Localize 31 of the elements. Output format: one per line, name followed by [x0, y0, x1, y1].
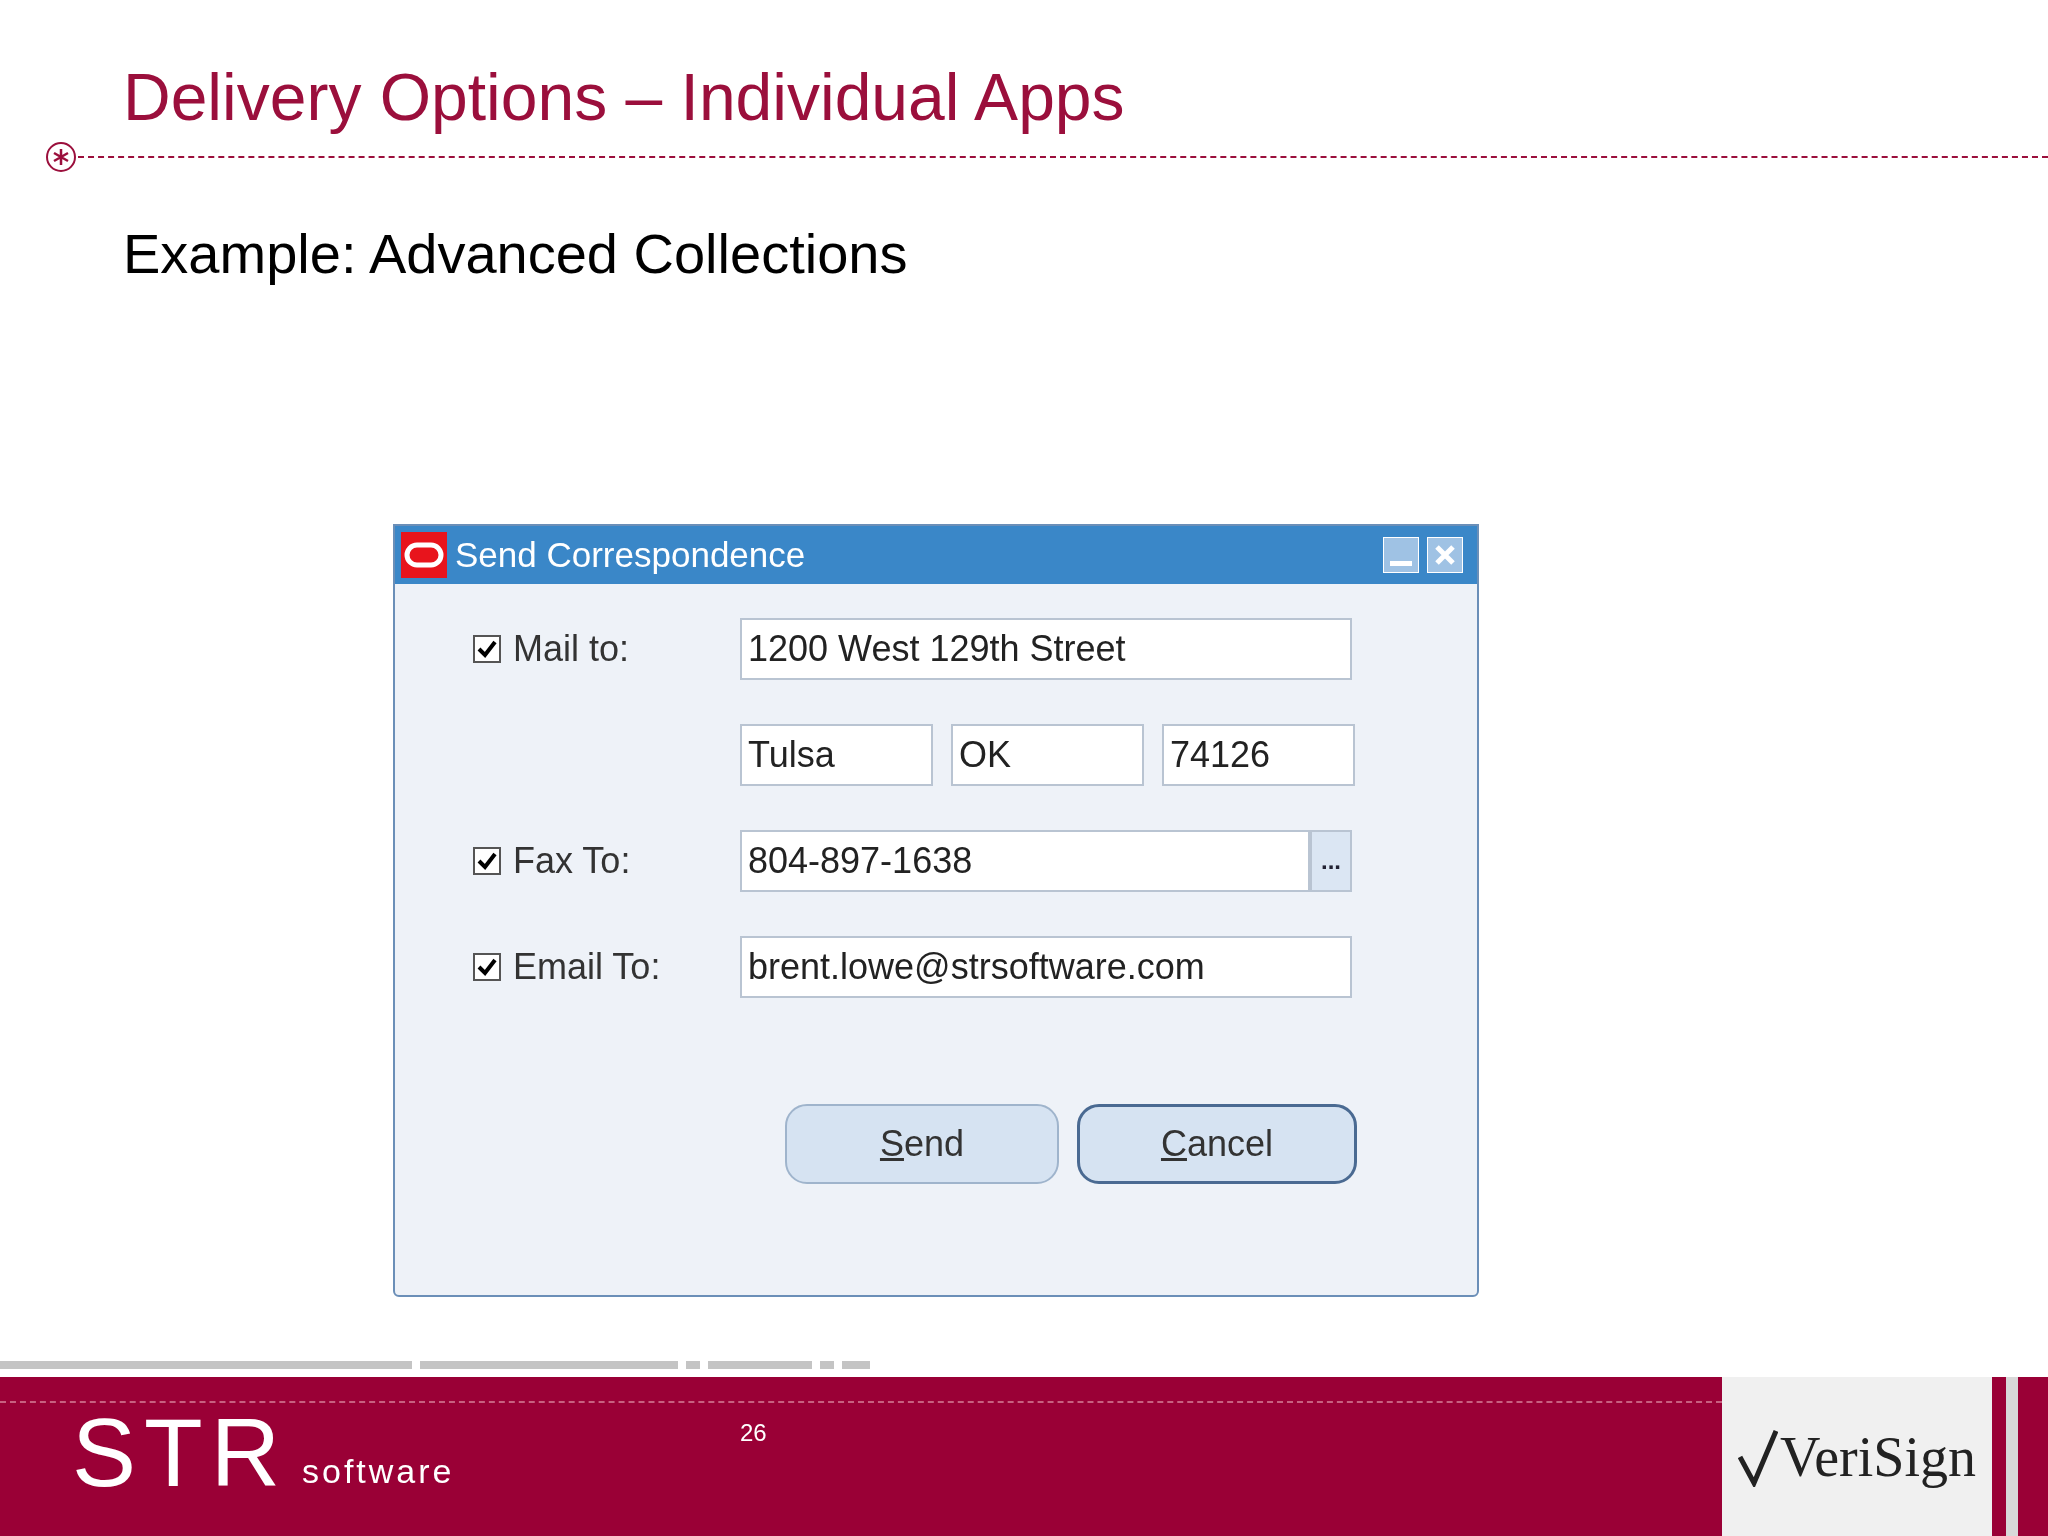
rule-segment [686, 1361, 700, 1369]
company-logo: STR [72, 1403, 288, 1503]
dialog-button[interactable]: Cancel [1077, 1104, 1357, 1184]
text-field[interactable]: OK [951, 724, 1144, 786]
slide-title: Delivery Options – Individual Apps [123, 60, 1125, 134]
text-field[interactable]: 74126 [1162, 724, 1355, 786]
text-field[interactable]: Tulsa [740, 724, 933, 786]
partner-logo: VeriSign [1780, 1424, 1976, 1490]
checkbox[interactable] [473, 635, 501, 663]
checkbox[interactable] [473, 847, 501, 875]
app-logo-icon [401, 532, 447, 578]
checkbox[interactable] [473, 953, 501, 981]
page-number: 26 [740, 1418, 767, 1448]
close-icon [1434, 544, 1456, 566]
text-field[interactable]: 804-897-1638 [740, 830, 1310, 892]
asterisk-circle-icon [44, 140, 78, 174]
text-field[interactable]: 1200 West 129th Street [740, 618, 1352, 680]
dialog-button[interactable]: Send [785, 1104, 1059, 1184]
check-icon [476, 956, 498, 978]
lookup-button[interactable]: ... [1310, 830, 1352, 892]
rule-segment [842, 1361, 870, 1369]
rule-segment [820, 1361, 834, 1369]
check-icon [476, 850, 498, 872]
field-label: Email To: [513, 945, 661, 989]
field-label: Mail to: [513, 627, 630, 671]
check-icon [476, 638, 498, 660]
window-title: Send Correspondence [455, 533, 807, 576]
logo-subtitle: software [302, 1451, 455, 1492]
text-field[interactable]: brent.lowe@strsoftware.com [740, 936, 1352, 998]
field-label: Fax To: [513, 839, 631, 883]
slide-subtitle: Example: Advanced Collections [123, 222, 908, 285]
